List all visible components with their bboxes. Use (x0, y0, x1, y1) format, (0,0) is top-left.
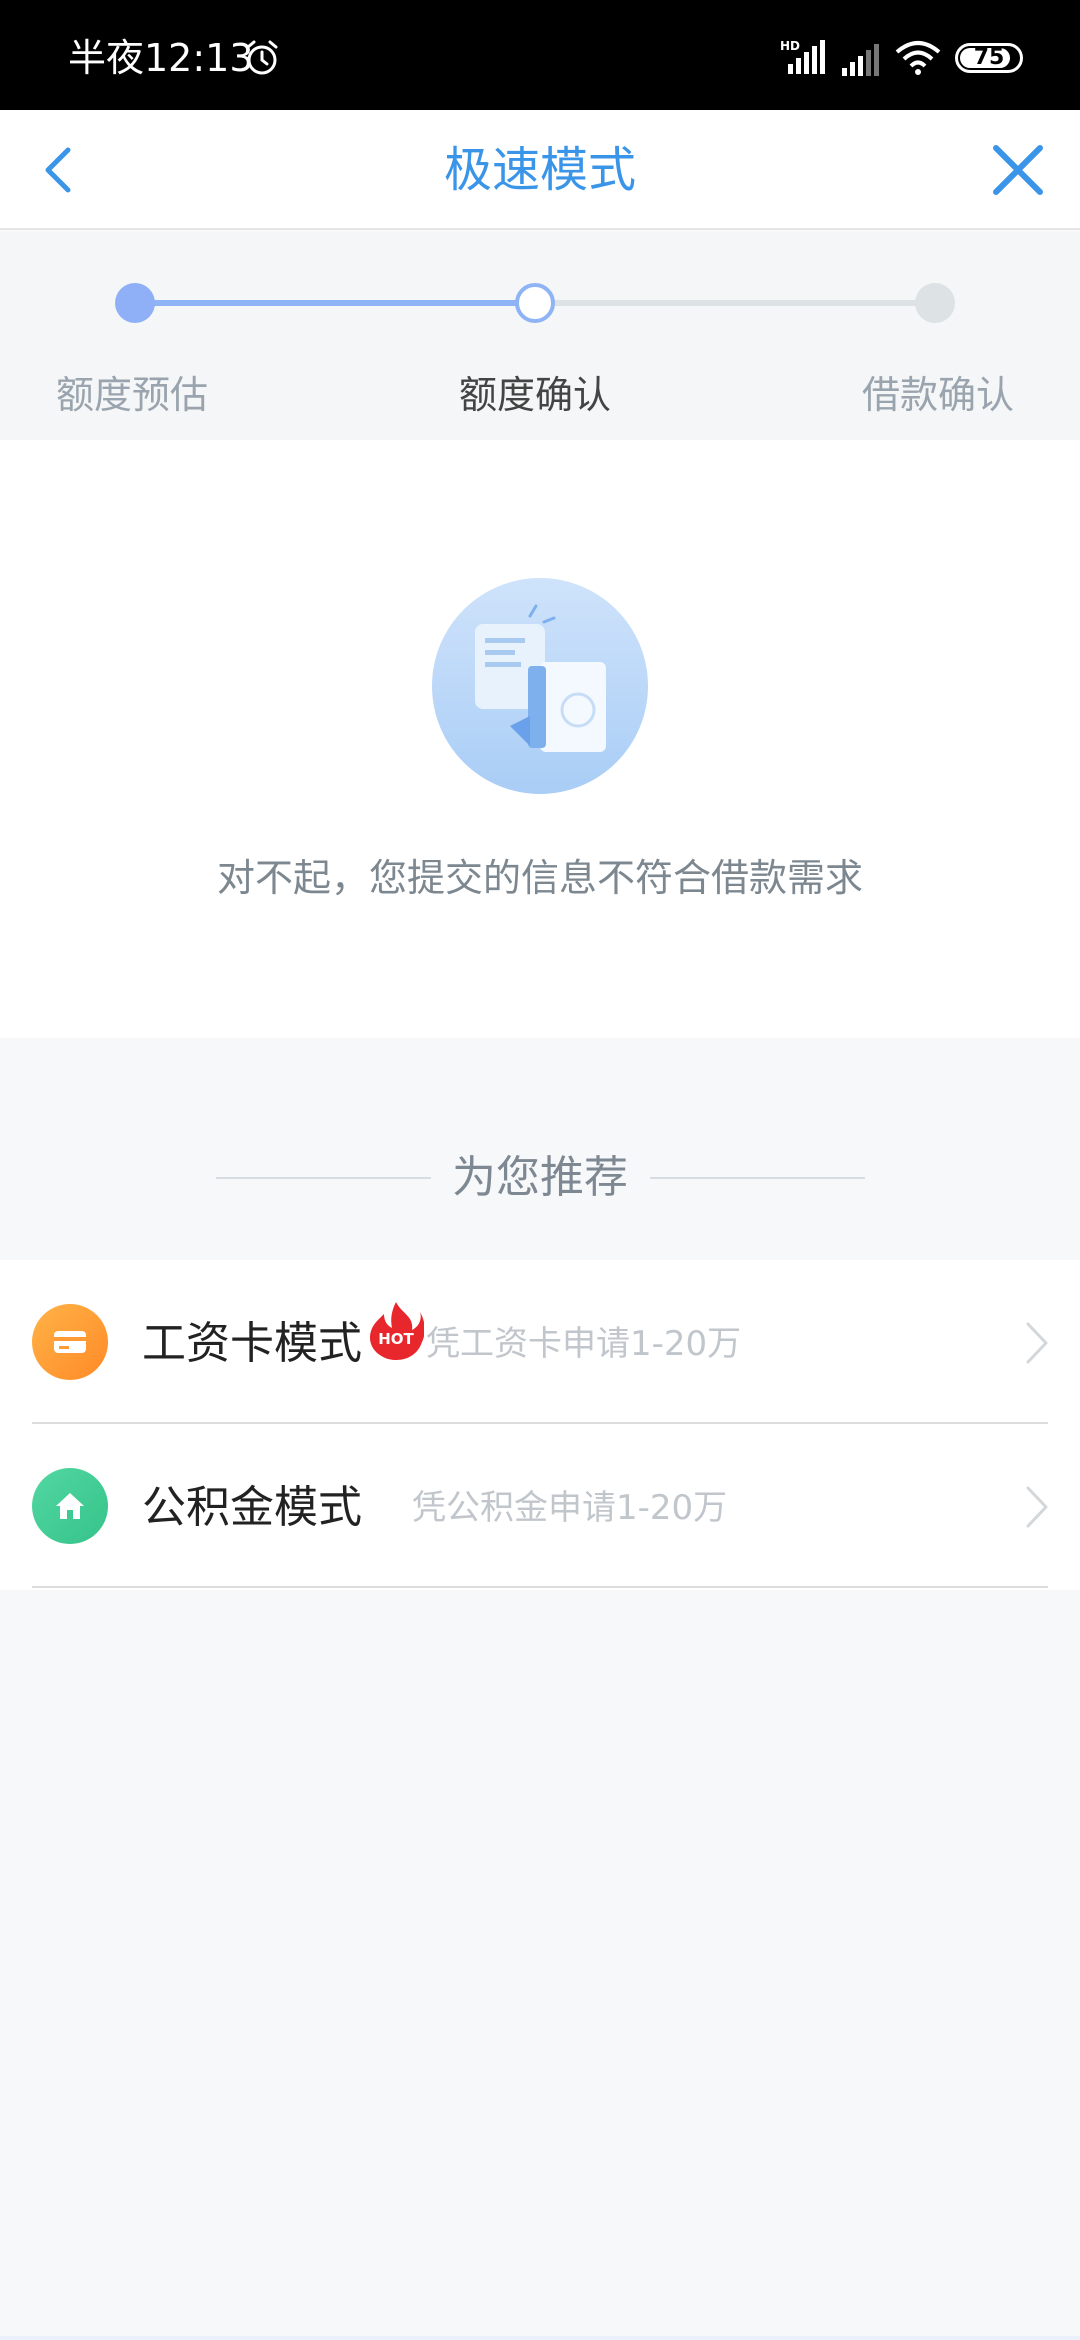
item-title: 公积金模式 (142, 1482, 362, 1533)
divider-right (650, 1177, 865, 1179)
close-button[interactable] (986, 138, 1050, 202)
wifi-icon (895, 41, 941, 75)
progress-steps: 额度预估 额度确认 借款确认 (0, 232, 1080, 440)
hot-badge: HOT (370, 1302, 424, 1360)
recommend-list: 工资卡模式 HOT 凭工资卡申请1-20万 公积金模式 凭公积金申请1-20万 (0, 1260, 1080, 1590)
recommend-header: 为您推荐 (0, 1038, 1080, 1260)
document-illustration-icon (432, 578, 648, 794)
result-message: 对不起，您提交的信息不符合借款需求 (216, 856, 863, 900)
item-description: 凭公积金申请1-20万 (412, 1488, 728, 1528)
svg-text:HD: HD (780, 39, 800, 53)
hd-signal-icon: HD (780, 39, 825, 74)
battery-indicator: 75 (955, 43, 1023, 73)
item-description: 凭工资卡申请1-20万 (426, 1324, 742, 1364)
step-connector-todo (535, 300, 935, 306)
status-time: 半夜12:13 (68, 36, 254, 80)
status-bar: 半夜12:13 HD 75 (0, 0, 1080, 110)
signal-icon (842, 44, 879, 76)
step-dot-3 (915, 283, 955, 323)
step-connector-done (135, 300, 535, 306)
recommend-title: 为您推荐 (452, 1152, 628, 1203)
battery-level: 75 (973, 45, 1005, 70)
item-divider (32, 1586, 1048, 1588)
item-title: 工资卡模式 (142, 1318, 362, 1369)
step-label-2: 额度确认 (458, 373, 611, 417)
result-panel: 对不起，您提交的信息不符合借款需求 (0, 440, 1080, 1038)
list-item-salary-card[interactable]: 工资卡模式 HOT 凭工资卡申请1-20万 (0, 1260, 1080, 1424)
home-icon (32, 1468, 108, 1544)
step-dot-1 (115, 283, 155, 323)
card-icon (32, 1304, 108, 1380)
list-item-housing-fund[interactable]: 公积金模式 凭公积金申请1-20万 (0, 1424, 1080, 1588)
chevron-right-icon (1026, 1486, 1048, 1528)
page-title: 极速模式 (443, 142, 636, 198)
app-header: 极速模式 (0, 110, 1080, 230)
step-label-1: 额度预估 (55, 373, 208, 417)
hot-badge-text: HOT (378, 1330, 414, 1348)
step-dot-2 (515, 283, 555, 323)
chevron-right-icon (1026, 1322, 1048, 1364)
step-label-3: 借款确认 (861, 373, 1014, 417)
alarm-icon (246, 40, 278, 75)
bottom-edge (0, 2336, 1080, 2340)
